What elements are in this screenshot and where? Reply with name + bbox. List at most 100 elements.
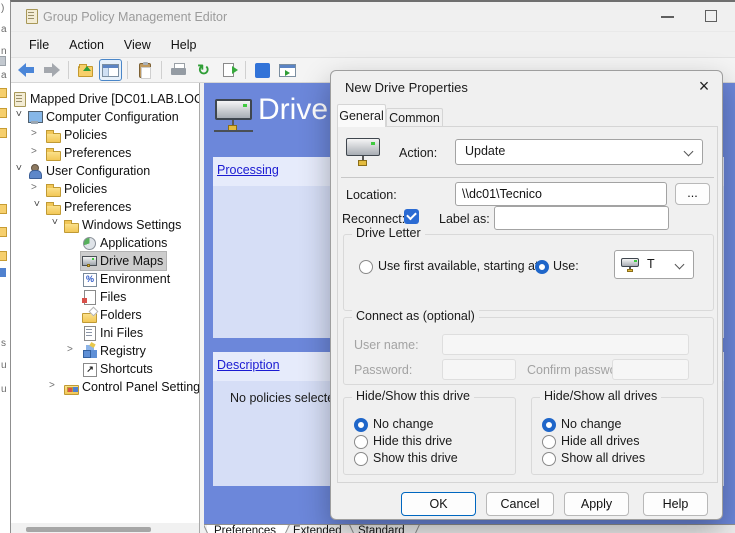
toolbar-separator — [68, 61, 69, 79]
ok-button[interactable]: OK — [401, 492, 476, 516]
tree-row-preferences[interactable]: >Preferences — [11, 198, 199, 216]
tab-common[interactable]: Common — [386, 108, 443, 127]
toolbar-refresh-button[interactable]: ↻ — [192, 59, 215, 81]
chevron-down-icon[interactable]: > — [31, 201, 42, 211]
tree-row-files[interactable]: Files — [11, 288, 199, 306]
toolbar-back-button[interactable] — [15, 59, 38, 81]
tree-node[interactable]: Preferences — [45, 144, 134, 162]
show-console-tree-icon — [102, 64, 119, 77]
reconnect-checkbox[interactable] — [404, 209, 419, 224]
tree-row-mapped-drive-dc01-lab-loca[interactable]: Mapped Drive [DC01.LAB.LOCA — [11, 90, 199, 108]
tree-node[interactable]: Folders — [81, 306, 145, 324]
toolbar-export-list-button[interactable] — [217, 59, 240, 81]
chevron-right-icon[interactable]: > — [31, 128, 41, 139]
tree-node[interactable]: Control Panel Setting — [63, 378, 200, 396]
use-label: Use: — [553, 259, 579, 273]
help-button[interactable]: Help — [643, 492, 708, 516]
tree-node[interactable]: Environment — [81, 270, 173, 288]
tree-node[interactable]: User Configuration — [27, 162, 153, 180]
label-as-label: Label as: — [439, 212, 490, 226]
processing-link[interactable]: Processing — [217, 163, 279, 177]
ini-icon — [82, 326, 96, 340]
maximize-button[interactable] — [705, 10, 717, 22]
drive-letter-dropdown[interactable]: T — [614, 250, 694, 279]
use-first-available-radio[interactable] — [359, 260, 373, 274]
tree-node[interactable]: Mapped Drive [DC01.LAB.LOCA — [11, 90, 200, 108]
tree-item-label: Windows Settings — [82, 218, 181, 232]
action-dropdown[interactable]: Update — [455, 139, 703, 165]
toolbar-print-button[interactable] — [167, 59, 190, 81]
toolbar-clipboard-button[interactable] — [133, 59, 156, 81]
tree-node[interactable]: Files — [81, 288, 129, 306]
hide-this-radio-no-change[interactable] — [354, 418, 368, 432]
tree-node[interactable]: Computer Configuration — [27, 108, 182, 126]
tree-node[interactable]: Preferences — [45, 198, 134, 216]
close-icon[interactable]: × — [691, 73, 717, 99]
toolbar-show-window-button[interactable] — [276, 59, 299, 81]
tree-node[interactable]: Drive Maps — [81, 252, 166, 270]
tree-row-environment[interactable]: Environment — [11, 270, 199, 288]
toolbar-forward-button[interactable] — [40, 59, 63, 81]
help-icon — [255, 63, 270, 78]
minimize-button[interactable] — [661, 16, 674, 18]
tree-node[interactable]: Applications — [81, 234, 170, 252]
tree-row-policies[interactable]: > Policies — [11, 180, 199, 198]
tree-node[interactable]: Policies — [45, 180, 110, 198]
hide-all-radio-show-all-drives[interactable] — [542, 452, 556, 466]
chevron-right-icon[interactable]: > — [67, 344, 77, 355]
tree-horizontal-scrollbar[interactable] — [11, 523, 199, 533]
menu-view[interactable]: View — [114, 35, 161, 55]
tree-node[interactable]: Ini Files — [81, 324, 146, 342]
menu-file[interactable]: File — [19, 35, 59, 55]
toolbar-up-one-level-button[interactable] — [74, 59, 97, 81]
hide-all-radio-hide-all-drives[interactable] — [542, 435, 556, 449]
tree-node[interactable]: Shortcuts — [81, 360, 156, 378]
chevron-down-icon[interactable]: > — [49, 219, 60, 229]
hide-this-radio-hide-this-drive[interactable] — [354, 435, 368, 449]
folder-icon — [64, 218, 78, 232]
tree-row-windows-settings[interactable]: > Windows Settings — [11, 216, 199, 234]
toolbar-show-console-tree-button[interactable] — [99, 59, 122, 81]
tree-row-drive-maps[interactable]: Drive Maps — [11, 252, 199, 270]
tree-item-label: Shortcuts — [100, 362, 153, 376]
tab-general[interactable]: General — [337, 104, 386, 127]
cancel-button[interactable]: Cancel — [486, 492, 554, 516]
background-text-fragment: u — [1, 360, 7, 371]
bottom-tab-preferences[interactable]: Preferences — [214, 525, 276, 533]
chevron-right-icon[interactable]: > — [31, 182, 41, 193]
tree-row-registry[interactable]: > Registry — [11, 342, 199, 360]
description-link[interactable]: Description — [217, 358, 280, 372]
scrollbar-thumb[interactable] — [26, 527, 151, 532]
tree-row-computer-configuration[interactable]: >Computer Configuration — [11, 108, 199, 126]
toolbar-help-button[interactable] — [251, 59, 274, 81]
tree-node[interactable]: Policies — [45, 126, 110, 144]
menu-help[interactable]: Help — [161, 35, 207, 55]
tree-node[interactable]: Windows Settings — [63, 216, 184, 234]
browse-button[interactable]: ... — [675, 183, 710, 205]
tree-row-control-panel-setting[interactable]: > Control Panel Setting — [11, 378, 199, 396]
label-as-input[interactable] — [494, 206, 669, 230]
bottom-tab-extended[interactable]: Extended — [293, 525, 342, 533]
tree-row-folders[interactable]: Folders — [11, 306, 199, 324]
tree-row-user-configuration[interactable]: >User Configuration — [11, 162, 199, 180]
hide-this-radio-show-this-drive[interactable] — [354, 452, 368, 466]
apply-button[interactable]: Apply — [564, 492, 629, 516]
menu-action[interactable]: Action — [59, 35, 114, 55]
background-folder-icon — [0, 128, 7, 138]
tree-row-applications[interactable]: Applications — [11, 234, 199, 252]
tree-row-policies[interactable]: > Policies — [11, 126, 199, 144]
chevron-down-icon — [684, 147, 694, 157]
tree-row-preferences[interactable]: > Preferences — [11, 144, 199, 162]
chevron-down-icon[interactable]: > — [13, 165, 24, 175]
chevron-right-icon[interactable]: > — [49, 380, 59, 391]
tree-row-ini-files[interactable]: Ini Files — [11, 324, 199, 342]
location-input[interactable] — [455, 182, 667, 206]
tree-node[interactable]: Registry — [81, 342, 149, 360]
show-window-icon — [279, 64, 296, 77]
use-radio[interactable] — [535, 260, 549, 274]
chevron-down-icon[interactable]: > — [13, 111, 24, 121]
chevron-right-icon[interactable]: > — [31, 146, 41, 157]
tree-row-shortcuts[interactable]: Shortcuts — [11, 360, 199, 378]
bottom-tab-standard[interactable]: Standard — [358, 525, 405, 533]
hide-all-radio-no-change[interactable] — [542, 418, 556, 432]
